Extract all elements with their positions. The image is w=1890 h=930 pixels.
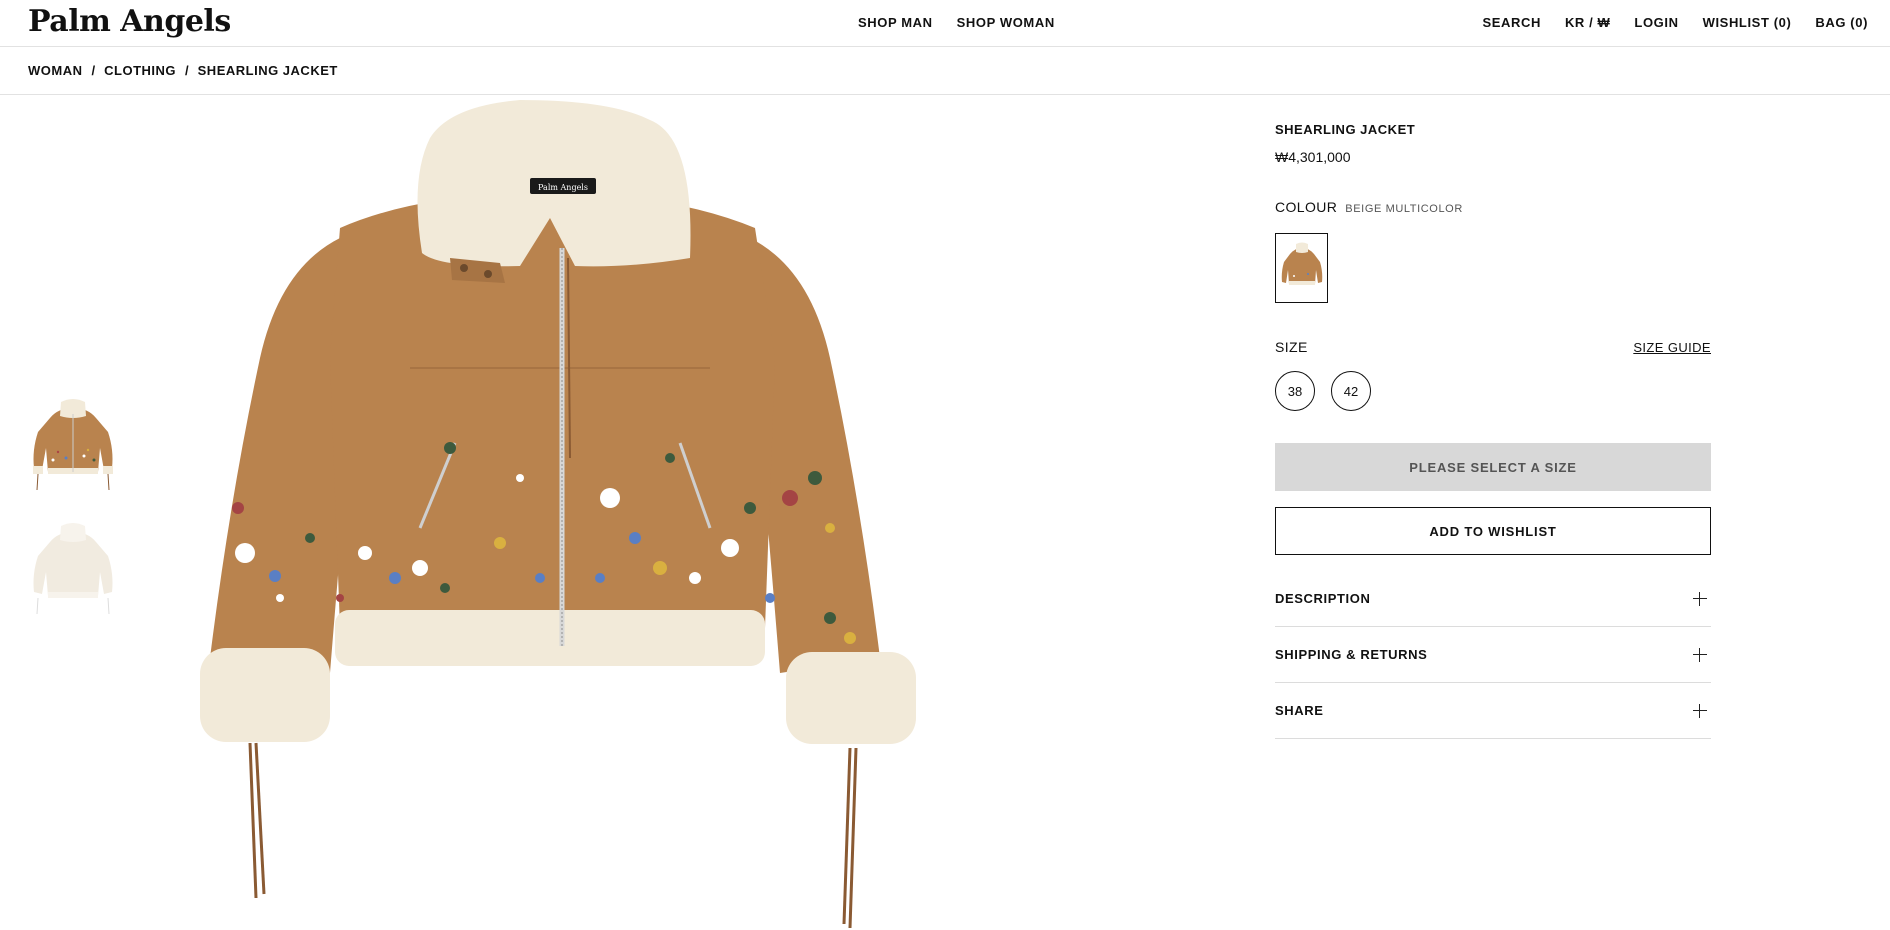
nav-shop-man[interactable]: SHOP MAN <box>858 15 933 30</box>
accordion-description[interactable]: DESCRIPTION <box>1275 571 1711 627</box>
thumbnail-list <box>28 390 118 638</box>
search-link[interactable]: SEARCH <box>1482 15 1541 30</box>
locale-selector[interactable]: KR / ₩ <box>1565 15 1610 30</box>
accordion-shipping-label: SHIPPING & RETURNS <box>1275 647 1428 662</box>
add-to-wishlist-button[interactable]: ADD TO WISHLIST <box>1275 507 1711 555</box>
size-label: SIZE <box>1275 339 1308 355</box>
product-info-accordion: DESCRIPTION SHIPPING & RETURNS SHARE <box>1275 571 1711 739</box>
size-option-38[interactable]: 38 <box>1275 371 1315 411</box>
plus-icon <box>1693 591 1707 606</box>
main-nav: SHOP MAN SHOP WOMAN <box>858 15 1055 30</box>
breadcrumb-separator: / <box>91 63 96 78</box>
breadcrumb-separator: / <box>185 63 189 78</box>
breadcrumb-woman[interactable]: WOMAN <box>28 63 83 78</box>
thumbnail-front[interactable] <box>28 390 118 494</box>
select-size-button[interactable]: PLEASE SELECT A SIZE <box>1275 443 1711 491</box>
colour-swatch-beige-multicolor[interactable] <box>1275 233 1328 303</box>
product-price: ₩4,301,000 <box>1275 149 1351 165</box>
nav-shop-woman[interactable]: SHOP WOMAN <box>957 15 1055 30</box>
accordion-description-label: DESCRIPTION <box>1275 591 1371 606</box>
site-header: Palm Angels SHOP MAN SHOP WOMAN SEARCH K… <box>0 0 1890 47</box>
thumbnail-back[interactable] <box>28 514 118 618</box>
size-option-42[interactable]: 42 <box>1331 371 1371 411</box>
login-link[interactable]: LOGIN <box>1634 15 1678 30</box>
collar-label-text: Palm Angels <box>538 183 588 192</box>
size-options: 38 42 <box>1275 371 1711 411</box>
colour-label: COLOUR <box>1275 199 1338 215</box>
accordion-share[interactable]: SHARE <box>1275 683 1711 739</box>
accordion-shipping-returns[interactable]: SHIPPING & RETURNS <box>1275 627 1711 683</box>
jacket-left-sleeve <box>210 238 350 673</box>
product-main-image[interactable]: Palm Angels <box>190 98 950 930</box>
product-title: SHEARLING JACKET <box>1275 122 1416 137</box>
plus-icon <box>1693 703 1707 718</box>
size-guide-link[interactable]: SIZE GUIDE <box>1633 340 1711 355</box>
breadcrumb-current: SHEARLING JACKET <box>197 63 338 78</box>
breadcrumb: WOMAN / CLOTHING / SHEARLING JACKET <box>0 47 1890 95</box>
bag-link[interactable]: BAG (0) <box>1815 15 1868 30</box>
wishlist-link[interactable]: WISHLIST (0) <box>1703 15 1792 30</box>
colour-value: BEIGE MULTICOLOR <box>1345 203 1463 215</box>
colour-row: COLOUR BEIGE MULTICOLOR <box>1275 199 1711 215</box>
breadcrumb-clothing[interactable]: CLOTHING <box>104 63 176 78</box>
size-row: SIZE SIZE GUIDE <box>1275 339 1711 355</box>
brand-logo[interactable]: Palm Angels <box>28 4 231 39</box>
utility-nav: SEARCH KR / ₩ LOGIN WISHLIST (0) BAG (0) <box>1482 15 1868 30</box>
plus-icon <box>1693 647 1707 662</box>
product-panel: SHEARLING JACKET ₩4,301,000 COLOUR BEIGE… <box>1275 122 1711 739</box>
jacket-body <box>330 193 775 628</box>
accordion-share-label: SHARE <box>1275 703 1324 718</box>
